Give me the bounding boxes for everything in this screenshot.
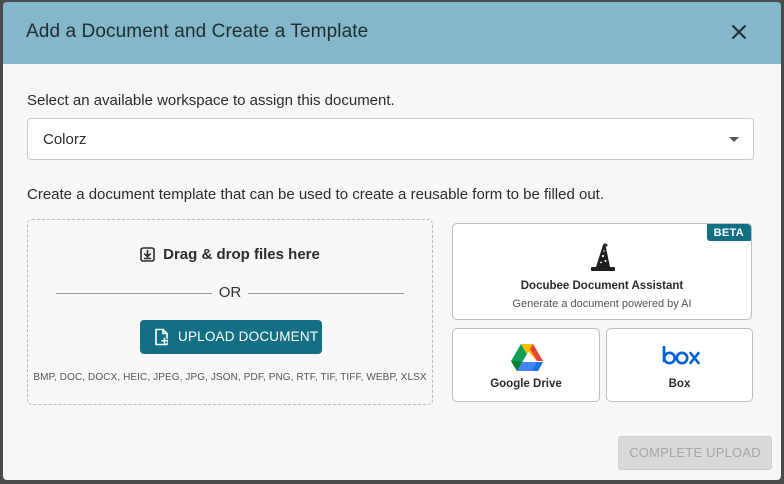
box-card[interactable]: Box	[606, 328, 753, 402]
box-label: Box	[668, 378, 691, 390]
divider-line-right	[248, 293, 404, 294]
drag-drop-row: Drag & drop files here	[28, 246, 432, 263]
download-icon	[140, 247, 155, 262]
beta-badge: BETA	[706, 224, 751, 241]
wizard-hat-icon	[591, 243, 615, 271]
google-drive-card[interactable]: Google Drive	[452, 328, 600, 402]
modal-title: Add a Document and Create a Template	[26, 21, 369, 42]
assistant-title: Docubee Document Assistant	[520, 280, 684, 292]
complete-upload-button[interactable]: COMPLETE UPLOAD	[618, 436, 772, 470]
or-divider: OR	[56, 284, 404, 302]
document-assistant-card[interactable]: BETA Docubee Document Assistant Generate…	[452, 223, 752, 320]
file-dropzone[interactable]: Drag & drop files here OR UPLOAD DOCUMEN…	[27, 219, 433, 405]
close-icon	[732, 25, 746, 39]
upload-document-button[interactable]: UPLOAD DOCUMENT	[140, 320, 322, 354]
upload-document-label: UPLOAD DOCUMENT	[178, 329, 319, 344]
workspace-prompt: Select an available workspace to assign …	[27, 92, 395, 109]
file-add-icon	[155, 328, 168, 346]
google-drive-icon	[511, 344, 543, 371]
supported-formats: BMP, DOC, DOCX, HEIC, JPEG, JPG, JSON, P…	[33, 372, 427, 383]
close-button[interactable]	[727, 20, 751, 44]
assistant-subtitle: Generate a document powered by AI	[512, 298, 692, 310]
workspace-selected-value: Colorz	[43, 131, 87, 148]
box-logo-icon	[662, 346, 700, 365]
upload-modal: Add a Document and Create a Template Sel…	[3, 2, 781, 480]
modal-header: Add a Document and Create a Template	[3, 2, 781, 64]
workspace-select[interactable]: Colorz	[27, 118, 754, 160]
google-drive-label: Google Drive	[490, 378, 562, 390]
drag-drop-label: Drag & drop files here	[163, 246, 320, 263]
chevron-down-icon	[729, 137, 739, 142]
template-prompt: Create a document template that can be u…	[27, 186, 605, 203]
